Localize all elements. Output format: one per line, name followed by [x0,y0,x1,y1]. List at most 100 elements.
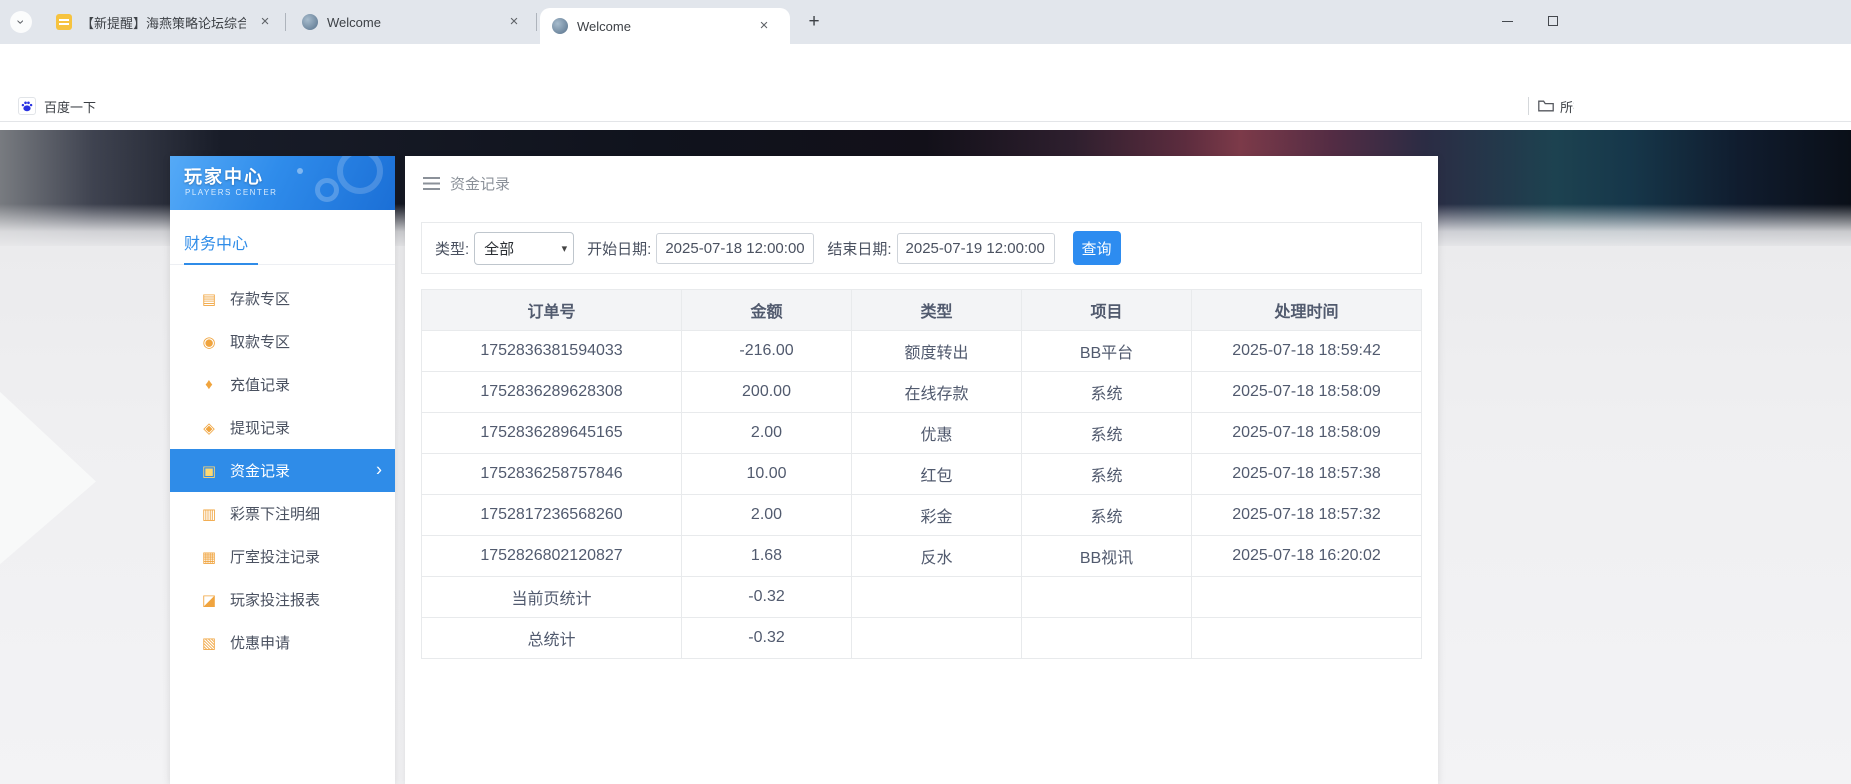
tab-welcome-2-active[interactable]: Welcome × [540,8,790,44]
sidebar-section-label: 财务中心 [184,236,248,253]
type-label: 类型: [435,238,469,259]
close-tab-icon[interactable]: × [256,13,274,31]
minimize-button[interactable] [1484,0,1530,42]
sidebar-item-label: 彩票下注明细 [230,503,320,524]
bookmarks-separator [1528,97,1529,115]
bookmark-label: 百度一下 [44,97,96,116]
sidebar-item-label: 提现记录 [230,417,290,438]
tab-favicon [302,14,318,30]
deposit-icon: ▤ [200,290,218,308]
main-panel: 资金记录 类型: 全部 ▾ 开始日期: 结束日期: 查询 [405,156,1438,784]
bookmark-baidu[interactable]: 百度一下 [12,94,102,118]
table-cell [1022,618,1192,659]
sidebar-header: 玩家中心 PLAYERS CENTER [170,156,395,210]
table-cell: BB视讯 [1022,536,1192,577]
tab-forum[interactable]: 【新提醒】海燕策略论坛综合交流 × [44,0,284,44]
table-cell: 2025-07-18 18:58:09 [1192,372,1422,413]
all-bookmarks-label: 所有书签 [1560,97,1574,116]
sidebar-item-label: 资金记录 [230,460,290,481]
table-cell: 1752836381594033 [422,331,682,372]
table-cell: 系统 [1022,454,1192,495]
fund-records-table: 订单号 金额 类型 项目 处理时间 1752836381594033 -216.… [421,289,1422,659]
table-cell: 200.00 [682,372,852,413]
sidebar-item-recharge-records[interactable]: ♦ 充值记录 [170,363,395,406]
table-cell: 系统 [1022,372,1192,413]
table-cell: 10.00 [682,454,852,495]
close-tab-icon[interactable]: × [505,13,523,31]
table-cell: 总统计 [422,618,682,659]
col-type: 类型 [852,290,1022,331]
table-cell: 2025-07-18 18:57:32 [1192,495,1422,536]
all-bookmarks-button[interactable]: 所有书签 [1538,94,1574,118]
maximize-icon [1548,16,1558,26]
table-cell: 2.00 [682,413,852,454]
sidebar-section: 财务中心 [170,210,395,265]
sidebar-item-withdrawal-records[interactable]: ◈ 提现记录 [170,406,395,449]
search-button[interactable]: 查询 [1073,231,1121,265]
table-row: 1752836289645165 2.00 优惠 系统 2025-07-18 1… [422,413,1422,454]
table-cell: 系统 [1022,495,1192,536]
table-cell: 1752826802120827 [422,536,682,577]
table-cell: 2025-07-18 16:20:02 [1192,536,1422,577]
menu-icon [423,177,440,190]
close-tab-icon[interactable]: × [755,17,773,35]
sidebar-menu: ▤ 存款专区 ◉ 取款专区 ♦ 充值记录 ◈ 提现记录 ▣ 资金记录 [170,265,395,664]
recharge-icon: ♦ [200,376,218,393]
sidebar-item-label: 玩家投注报表 [230,589,320,610]
tab-search-caret-button[interactable]: › [10,11,32,33]
chevron-right-icon: › [376,459,382,480]
folder-icon [1538,99,1554,113]
promo-apply-icon: ▧ [200,634,218,652]
table-cell [852,618,1022,659]
table-row: 1752836289628308 200.00 在线存款 系统 2025-07-… [422,372,1422,413]
tab-welcome-1[interactable]: Welcome × [290,0,534,44]
tab-title: 【新提醒】海燕策略论坛综合交流 [81,13,246,32]
table-cell: 在线存款 [852,372,1022,413]
table-cell: BB平台 [1022,331,1192,372]
table-cell: -0.32 [682,618,852,659]
new-tab-button[interactable]: + [800,9,828,37]
withdraw-icon: ◉ [200,333,218,351]
withdrawal-records-icon: ◈ [200,419,218,437]
sidebar-item-hall-bets[interactable]: ▦ 厅室投注记录 [170,535,395,578]
table-cell: 1752836289628308 [422,372,682,413]
table-cell: 红包 [852,454,1022,495]
maximize-button[interactable] [1530,0,1576,42]
col-time: 处理时间 [1192,290,1422,331]
baidu-favicon [18,97,36,115]
sidebar-item-deposit[interactable]: ▤ 存款专区 [170,277,395,320]
tab-title: Welcome [577,19,745,34]
sidebar-item-promo-apply[interactable]: ▧ 优惠申请 [170,621,395,664]
browser-titlebar: › 【新提醒】海燕策略论坛综合交流 × Welcome × Welcome × … [0,0,1851,44]
table-cell: -0.32 [682,577,852,618]
sidebar: 玩家中心 PLAYERS CENTER 财务中心 ▤ 存款专区 ◉ 取款专区 ♦… [170,156,395,784]
sidebar-item-lottery-bets[interactable]: ▥ 彩票下注明细 [170,492,395,535]
screen: › 【新提醒】海燕策略论坛综合交流 × Welcome × Welcome × … [0,0,1851,784]
sidebar-title: 玩家中心 [184,163,264,189]
filter-bar: 类型: 全部 ▾ 开始日期: 结束日期: 查询 [421,222,1422,274]
col-amount: 金额 [682,290,852,331]
sidebar-item-label: 存款专区 [230,288,290,309]
table-cell [852,577,1022,618]
tab-favicon [56,14,72,30]
start-date-input[interactable] [656,233,814,264]
table-cell: 2025-07-18 18:57:38 [1192,454,1422,495]
tab-title: Welcome [327,15,495,30]
end-date-input[interactable] [897,233,1055,264]
page-background: 玩家中心 PLAYERS CENTER 财务中心 ▤ 存款专区 ◉ 取款专区 ♦… [0,122,1851,784]
table-header-row: 订单号 金额 类型 项目 处理时间 [422,290,1422,331]
page-top-gap [0,122,1851,130]
table-cell: 1752836258757846 [422,454,682,495]
sidebar-item-fund-records[interactable]: ▣ 资金记录 › [170,449,395,492]
page-title: 资金记录 [450,173,510,194]
lottery-bets-icon: ▥ [200,505,218,523]
sidebar-item-withdraw[interactable]: ◉ 取款专区 [170,320,395,363]
tab-favicon [552,18,568,34]
sidebar-item-bet-report[interactable]: ◪ 玩家投注报表 [170,578,395,621]
table-cell: 当前页统计 [422,577,682,618]
tab-separator [536,13,537,31]
type-select[interactable]: 全部 ▾ [474,232,574,265]
sidebar-item-label: 优惠申请 [230,632,290,653]
sidebar-item-label: 厅室投注记录 [230,546,320,567]
table-cell: 2025-07-18 18:59:42 [1192,331,1422,372]
